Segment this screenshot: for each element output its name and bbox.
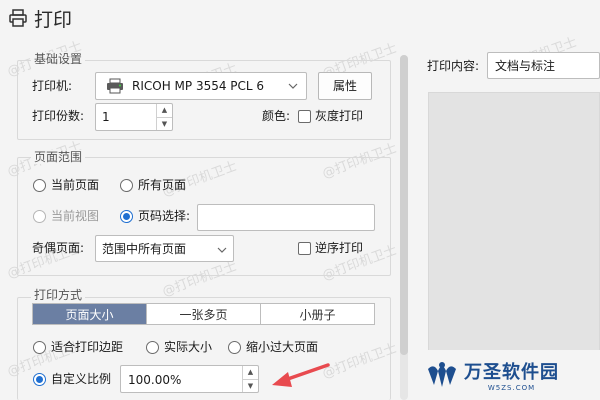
reverse-print-label: 逆序打印 (315, 241, 364, 255)
all-pages-label: 所有页面 (138, 178, 187, 192)
print-content-label: 打印内容: (427, 59, 480, 73)
printer-select[interactable]: RICOH MP 3554 PCL 6 (95, 72, 307, 100)
current-page-radio[interactable] (33, 179, 46, 192)
all-pages-radio[interactable] (120, 179, 133, 192)
logo-text-block: 万圣软件园 W5ZS.COM (464, 358, 559, 392)
current-view-radio[interactable] (33, 210, 46, 223)
copies-value[interactable]: 1 (96, 104, 156, 130)
shrink-large-radio[interactable] (228, 341, 241, 354)
fit-margins-label: 适合打印边距 (51, 340, 124, 354)
logo-name: 万圣软件园 (464, 362, 559, 383)
reverse-print-checkbox[interactable] (298, 242, 311, 255)
window-title: 打印 (34, 8, 73, 31)
tab-booklet[interactable]: 小册子 (260, 304, 374, 324)
current-view-label: 当前视图 (51, 209, 100, 223)
copies-label: 打印份数: (32, 109, 85, 123)
logo-mark-icon (424, 357, 460, 393)
odd-even-select[interactable]: 范围中所有页面 (95, 235, 234, 262)
page-select-label: 页码选择: (138, 209, 191, 223)
scale-stepper[interactable]: 100.00% ▲ ▼ (120, 365, 259, 393)
tab-multiple-pages[interactable]: 一张多页 (146, 304, 260, 324)
scale-spin: ▲ ▼ (242, 366, 258, 392)
actual-size-label: 实际大小 (164, 340, 213, 354)
printer-device-icon (106, 78, 124, 94)
properties-button[interactable]: 属性 (318, 72, 372, 100)
page-range-legend: 页面范围 (31, 150, 86, 164)
window-title-bar: 打印 (8, 4, 72, 32)
odd-even-value: 范围中所有页面 (102, 241, 187, 256)
chevron-down-icon (288, 80, 298, 90)
printer-label: 打印机: (32, 79, 73, 93)
copies-stepper[interactable]: 1 ▲ ▼ (95, 103, 173, 131)
fit-margins-radio[interactable] (33, 341, 46, 354)
color-label: 颜色: (262, 109, 291, 123)
odd-even-label: 奇偶页面: (32, 241, 85, 255)
scale-value[interactable]: 100.00% (121, 366, 242, 392)
print-mode-legend: 打印方式 (31, 288, 86, 302)
settings-scrollbar[interactable] (400, 55, 408, 400)
spin-down-icon[interactable]: ▼ (243, 378, 258, 393)
chevron-down-icon (217, 244, 227, 254)
actual-size-radio[interactable] (146, 341, 159, 354)
spin-up-icon[interactable]: ▲ (243, 366, 258, 379)
basic-settings-legend: 基础设置 (31, 52, 86, 66)
current-page-label: 当前页面 (51, 178, 100, 192)
properties-button-label: 属性 (332, 79, 357, 93)
print-content-value: 文档与标注 (495, 58, 556, 73)
copies-spin: ▲ ▼ (156, 104, 172, 130)
site-logo: 万圣软件园 W5ZS.COM (420, 350, 600, 400)
scrollbar-thumb[interactable] (400, 55, 408, 355)
grayscale-checkbox[interactable] (298, 110, 311, 123)
custom-scale-radio[interactable] (33, 373, 46, 386)
page-select-radio[interactable] (120, 210, 133, 223)
red-arrow-annotation (268, 360, 332, 390)
logo-domain: W5ZS.COM (487, 384, 536, 392)
print-mode-tabs: 页面大小 一张多页 小册子 (32, 303, 375, 325)
custom-scale-label: 自定义比例 (51, 372, 112, 386)
printer-select-value: RICOH MP 3554 PCL 6 (132, 79, 265, 93)
printer-icon (8, 8, 28, 28)
tab-page-size[interactable]: 页面大小 (33, 304, 146, 324)
print-content-select[interactable]: 文档与标注 (487, 52, 600, 79)
page-select-input[interactable] (197, 204, 375, 231)
shrink-large-label: 缩小过大页面 (246, 340, 319, 354)
spin-up-icon[interactable]: ▲ (157, 104, 172, 117)
grayscale-label: 灰度打印 (315, 109, 364, 123)
spin-down-icon[interactable]: ▼ (157, 116, 172, 131)
